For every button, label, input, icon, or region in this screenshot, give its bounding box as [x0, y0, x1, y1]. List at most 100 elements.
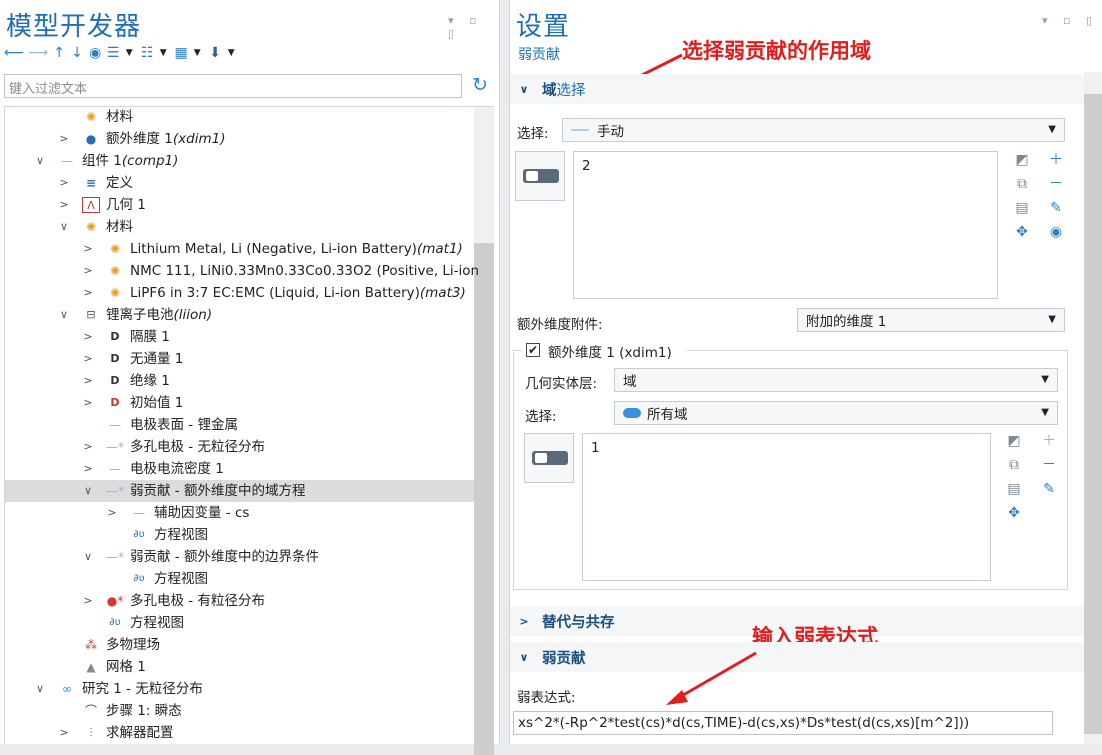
add-icon[interactable]: ＋	[1047, 151, 1065, 169]
remove-icon[interactable]: －	[1040, 456, 1058, 474]
tree-item[interactable]: > ≡ 定义	[58, 172, 133, 194]
selection-dropdown[interactable]: 手动 ▼	[562, 118, 1065, 142]
settings-scrollbar[interactable]	[1084, 72, 1102, 744]
copy-selection-icon[interactable]: ⧉	[1005, 456, 1023, 474]
chevron-right-icon[interactable]: >	[58, 194, 70, 216]
filter-icon[interactable]: ⬇	[208, 45, 222, 61]
chevron-right-icon[interactable]: >	[106, 502, 118, 524]
copy-selection-icon[interactable]: ⧉	[1013, 175, 1031, 193]
zoom-selection-icon[interactable]: ✥	[1013, 223, 1031, 241]
tree-item[interactable]: > — 电极电流密度 1	[82, 458, 224, 480]
xdim-checkbox[interactable]: ✔	[526, 343, 540, 357]
geom-level-dropdown[interactable]: 域 ▼	[614, 368, 1058, 392]
chevron-right-icon[interactable]: >	[82, 282, 94, 304]
tree-item[interactable]: ⁂ 多物理场	[58, 634, 160, 656]
material-icon: ✺	[109, 242, 121, 256]
tree-item[interactable]: ⌒ 步骤 1: 瞬态	[58, 700, 182, 722]
layout-icon[interactable]: ▦	[174, 45, 188, 61]
tree-item[interactable]: > ✺ LiPF6 in 3:7 EC:EMC (Liquid, Li-ion Ba…	[82, 282, 465, 304]
show-selection-icon[interactable]: ◉	[1047, 223, 1065, 241]
chevron-down-icon[interactable]: ∨	[518, 83, 530, 96]
chevron-down-icon[interactable]: ∨	[34, 150, 46, 172]
clipboard-icon[interactable]: ▤	[1005, 480, 1023, 498]
tree-item[interactable]: > D 初始值 1	[82, 392, 183, 414]
move-down-icon[interactable]: ↓	[70, 45, 84, 61]
tree-item[interactable]: > ⫶ 求解器配置	[58, 722, 173, 744]
chevron-down-icon[interactable]: ▼	[156, 48, 170, 58]
chevron-down-icon[interactable]: ∨	[82, 480, 94, 502]
tree-item[interactable]: > ✺ NMC 111, LiNi0.33Mn0.33Co0.33O2 (Posit…	[82, 260, 479, 282]
back-icon[interactable]: ⟵	[4, 45, 24, 61]
forward-icon[interactable]: ⟶	[28, 45, 48, 61]
tree-scrollbar[interactable]	[474, 107, 494, 755]
chevron-down-icon[interactable]: ▼	[122, 48, 136, 58]
section-weak-contribution[interactable]: ∨ 弱贡献	[510, 642, 1084, 672]
chevron-right-icon[interactable]: >	[82, 238, 94, 260]
xdim-attach-dropdown[interactable]: 附加的维度 1 ▼	[797, 308, 1065, 332]
section-domain-selection[interactable]: ∨ 域选择	[510, 74, 1084, 104]
chevron-right-icon[interactable]: >	[518, 615, 530, 628]
tree-item[interactable]: > ✺ Lithium Metal, Li (Negative, Li-ion Ba…	[82, 238, 462, 260]
paste-selection-icon[interactable]: ◩	[1013, 151, 1031, 169]
tree-item[interactable]: > D 隔膜 1	[82, 326, 170, 348]
add-icon[interactable]: ＋	[1040, 432, 1058, 450]
tree-item[interactable]: ∨ — 组件 1 (comp1)	[34, 150, 178, 172]
tree-item[interactable]: ∨ ✺ 材料	[58, 216, 133, 238]
tree-item-selected[interactable]: ∨ —* 弱贡献 - 额外维度中的域方程	[5, 480, 474, 502]
tree-item[interactable]: > ●* 多孔电极 - 有粒径分布	[82, 590, 265, 612]
tree-item[interactable]: ∨ ⊟ 锂离子电池 (liion)	[58, 304, 212, 326]
chevron-down-icon[interactable]: ▼	[190, 48, 204, 58]
expand-icon[interactable]: ☰	[106, 45, 120, 61]
chevron-right-icon[interactable]: >	[82, 392, 94, 414]
clipboard-icon[interactable]: ▤	[1013, 199, 1031, 217]
collapse-icon[interactable]: ☷	[140, 45, 154, 61]
chevron-down-icon[interactable]: ∨	[58, 304, 70, 326]
tree-item[interactable]: ∂ʋ 方程视图	[106, 568, 208, 590]
chevron-right-icon[interactable]: >	[58, 128, 70, 150]
refresh-icon[interactable]: ↻	[472, 74, 488, 96]
chevron-right-icon[interactable]: >	[82, 370, 94, 392]
window-controls[interactable]: ▾ ▫ ▯	[1042, 14, 1098, 27]
chevron-right-icon[interactable]: >	[82, 348, 94, 370]
filter-input[interactable]: 键入过滤文本	[4, 74, 462, 98]
chevron-down-icon[interactable]: ∨	[518, 651, 530, 664]
active-toggle-button[interactable]	[515, 151, 565, 201]
chevron-right-icon[interactable]: >	[82, 590, 94, 612]
tree-item[interactable]: ∨ ∞ 研究 1 - 无粒径分布	[34, 678, 203, 700]
xdim-active-toggle-button[interactable]	[524, 433, 574, 483]
tree-item[interactable]: ▲ 网格 1	[58, 656, 146, 678]
tree-item[interactable]: ∂ʋ 方程视图	[106, 524, 208, 546]
clear-selection-icon[interactable]: ✎	[1047, 199, 1065, 217]
chevron-right-icon[interactable]: >	[58, 722, 70, 744]
xdim-selection-dropdown[interactable]: 所有域 ▼	[614, 401, 1058, 425]
chevron-right-icon[interactable]: >	[82, 436, 94, 458]
domain-list[interactable]: 2	[573, 151, 998, 299]
remove-icon[interactable]: －	[1047, 175, 1065, 193]
tree-item[interactable]: ∨ —* 弱贡献 - 额外维度中的边界条件	[82, 546, 319, 568]
clear-selection-icon[interactable]: ✎	[1040, 480, 1058, 498]
chevron-right-icon[interactable]: >	[82, 326, 94, 348]
show-icon[interactable]: ◉	[88, 45, 102, 61]
tree-item[interactable]: > D 无通量 1	[82, 348, 183, 370]
tree-item[interactable]: > —* 多孔电极 - 无粒径分布	[82, 436, 265, 458]
chevron-right-icon[interactable]: >	[82, 458, 94, 480]
chevron-right-icon[interactable]: >	[58, 172, 70, 194]
xdim-domain-list[interactable]: 1	[582, 433, 991, 581]
tree-item[interactable]: — 电极表面 - 锂金属	[82, 414, 238, 436]
tree-item[interactable]: > ● 额外维度 1 (xdim1)	[58, 128, 225, 150]
window-controls[interactable]: ▾ ▫ ▯	[448, 14, 499, 40]
weak-expression-field[interactable]: xs^2*(-Rp^2*test(cs)*d(cs,TIME)-d(cs,xs)…	[513, 711, 1053, 735]
tree-item[interactable]: ∂ʋ 方程视图	[82, 612, 184, 634]
chevron-down-icon[interactable]: ∨	[34, 678, 46, 700]
chevron-right-icon[interactable]: >	[82, 260, 94, 282]
tree-item[interactable]: > — 辅助因变量 - cs	[106, 502, 249, 524]
chevron-down-icon[interactable]: ∨	[58, 216, 70, 238]
zoom-selection-icon[interactable]: ✥	[1005, 504, 1023, 522]
chevron-down-icon[interactable]: ▼	[224, 48, 238, 58]
paste-selection-icon[interactable]: ◩	[1005, 432, 1023, 450]
tree-item[interactable]: > D 绝缘 1	[82, 370, 170, 392]
chevron-down-icon[interactable]: ∨	[82, 546, 94, 568]
tree-item[interactable]: > Λ 几何 1	[58, 194, 146, 216]
move-up-icon[interactable]: ↑	[52, 45, 66, 61]
tree-item[interactable]: ✺ 材料	[58, 106, 133, 128]
